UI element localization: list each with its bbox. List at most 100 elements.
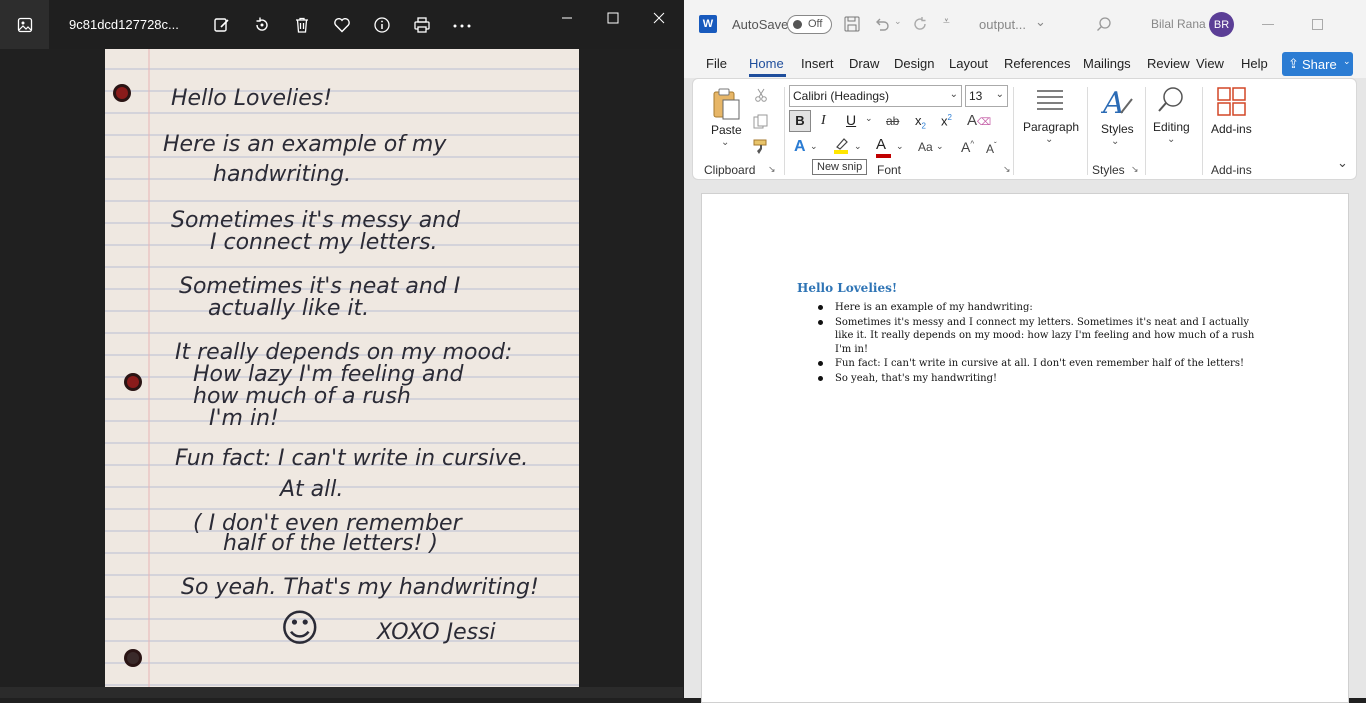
more-icon[interactable]	[451, 14, 473, 36]
tab-view[interactable]: View	[1196, 56, 1224, 71]
tab-file[interactable]: File	[706, 56, 727, 71]
word-maximize-button[interactable]	[1312, 19, 1323, 30]
editing-button[interactable]: Editing	[1153, 120, 1190, 134]
customize-qat-icon[interactable]: ⩡	[943, 14, 950, 29]
collapse-ribbon-icon[interactable]: ⌄	[1337, 155, 1348, 171]
group-add-ins: Add-ins	[1211, 163, 1252, 177]
group-clipboard: Clipboard	[704, 163, 756, 177]
handwritten-note-photo: Hello Lovelies! Here is an example of my h…	[105, 49, 579, 687]
photos-close-button[interactable]	[639, 8, 679, 28]
user-name[interactable]: Bilal Rana	[1151, 17, 1206, 31]
tab-help[interactable]: Help	[1241, 56, 1268, 71]
paste-button[interactable]: Paste	[711, 123, 742, 137]
clear-formatting-icon[interactable]: A⌫	[967, 112, 991, 129]
editing-dropdown-icon[interactable]: ⌄	[1167, 134, 1175, 145]
font-color-icon[interactable]: A	[876, 136, 891, 158]
grow-font-icon[interactable]: A^	[961, 139, 974, 155]
change-case-dropdown-icon[interactable]: ⌄	[936, 141, 944, 152]
file-name[interactable]: output...	[979, 17, 1026, 32]
save-icon[interactable]	[844, 16, 860, 35]
font-size-select[interactable]: 13 ⌄	[965, 85, 1008, 107]
paragraph-icon[interactable]	[1035, 88, 1065, 119]
styles-dropdown-icon[interactable]: ⌄	[1111, 136, 1119, 147]
list-item[interactable]: Here is an example of my handwriting:	[818, 301, 1255, 315]
handwritten-line: handwriting.	[213, 162, 351, 187]
photos-maximize-button[interactable]	[593, 8, 633, 28]
list-item[interactable]: So yeah, that's my handwriting!	[818, 372, 1255, 386]
edit-image-icon[interactable]	[211, 14, 233, 36]
autosave-label: AutoSave	[732, 17, 789, 32]
bold-button[interactable]: B	[789, 110, 811, 132]
print-icon[interactable]	[411, 14, 433, 36]
handwritten-line: At all.	[278, 477, 343, 502]
format-painter-icon[interactable]	[753, 139, 769, 160]
photos-app-icon[interactable]	[0, 0, 49, 49]
tab-references[interactable]: References	[1004, 56, 1070, 71]
tab-layout[interactable]: Layout	[949, 56, 988, 71]
handwritten-line: Fun fact: I can't write in cursive.	[175, 446, 528, 471]
redo-icon[interactable]	[912, 16, 928, 35]
strikethrough-button[interactable]: ab	[886, 114, 899, 128]
styles-button[interactable]: Styles	[1101, 122, 1134, 136]
font-launcher-icon[interactable]: ↘	[1003, 164, 1011, 175]
document-page[interactable]: Hello Lovelies! Here is an example of my…	[701, 193, 1349, 703]
tab-review[interactable]: Review	[1147, 56, 1190, 71]
active-tab-indicator	[749, 74, 786, 77]
editing-icon[interactable]	[1156, 85, 1186, 120]
share-dropdown-icon: ⌄	[1343, 56, 1351, 66]
ribbon-separator	[1202, 87, 1203, 175]
tab-insert[interactable]: Insert	[801, 56, 834, 71]
cut-icon[interactable]	[754, 88, 768, 107]
favorite-icon[interactable]	[331, 14, 353, 36]
search-icon[interactable]	[1096, 16, 1112, 35]
handwritten-line: Hello Lovelies!	[171, 86, 332, 111]
change-case-icon[interactable]: Aa	[918, 140, 933, 154]
text-effects-dropdown-icon[interactable]: ⌄	[810, 141, 818, 152]
filename-dropdown-icon[interactable]: ⌄	[1035, 14, 1046, 30]
paragraph-button[interactable]: Paragraph	[1023, 120, 1079, 134]
paragraph-dropdown-icon[interactable]: ⌄	[1045, 134, 1053, 145]
paste-icon[interactable]	[709, 87, 743, 126]
styles-icon[interactable]: A	[1100, 85, 1135, 124]
highlight-icon[interactable]	[833, 137, 849, 160]
tab-mailings[interactable]: Mailings	[1083, 56, 1131, 71]
add-ins-button[interactable]: Add-ins	[1211, 122, 1252, 136]
superscript-button[interactable]: x2	[941, 113, 952, 128]
photos-minimize-button[interactable]	[547, 8, 587, 28]
text-effects-icon[interactable]: A	[794, 138, 806, 156]
italic-button[interactable]: I	[821, 113, 826, 129]
handwritten-line: So yeah. That's my handwriting!	[181, 575, 539, 600]
photos-filmstrip-bar	[0, 687, 683, 698]
underline-dropdown-icon[interactable]: ⌄	[865, 113, 873, 124]
undo-dropdown-icon[interactable]: ⌄	[894, 16, 902, 27]
doc-heading[interactable]: Hello Lovelies!	[797, 281, 897, 295]
avatar[interactable]: BR	[1209, 12, 1234, 37]
add-ins-icon[interactable]	[1217, 87, 1247, 122]
tab-home[interactable]: Home	[749, 56, 784, 71]
subscript-button[interactable]: x2	[915, 113, 926, 131]
paste-dropdown-icon[interactable]: ⌄	[721, 137, 729, 148]
shrink-font-icon[interactable]: Aˇ	[986, 141, 997, 156]
info-icon[interactable]	[371, 14, 393, 36]
highlight-dropdown-icon[interactable]: ⌄	[854, 141, 862, 152]
delete-icon[interactable]	[291, 14, 313, 36]
rotate-icon[interactable]	[251, 14, 273, 36]
word-logo-icon: W	[699, 15, 717, 33]
list-item[interactable]: Sometimes it's messy and I connect my le…	[818, 316, 1255, 357]
styles-launcher-icon[interactable]: ↘	[1131, 164, 1139, 175]
group-font: Font	[877, 163, 902, 177]
share-button[interactable]: ⇪ Share ⌄	[1282, 52, 1353, 76]
ribbon-home: Paste ⌄ Clipboard ↘ Calibri (Headings) ⌄…	[692, 78, 1357, 180]
undo-icon[interactable]	[874, 16, 890, 35]
tab-design[interactable]: Design	[894, 56, 934, 71]
font-name-select[interactable]: Calibri (Headings) ⌄	[789, 85, 962, 107]
autosave-toggle[interactable]: Off	[787, 15, 832, 34]
list-item[interactable]: Fun fact: I can't write in cursive at al…	[818, 357, 1255, 371]
photos-titlebar: 9c81dcd127728c...	[0, 0, 683, 49]
word-minimize-button[interactable]	[1262, 24, 1274, 25]
tab-draw[interactable]: Draw	[849, 56, 879, 71]
underline-button[interactable]: U	[846, 112, 856, 128]
clipboard-launcher-icon[interactable]: ↘	[768, 164, 776, 175]
copy-icon[interactable]	[753, 114, 768, 134]
font-color-dropdown-icon[interactable]: ⌄	[896, 141, 904, 152]
